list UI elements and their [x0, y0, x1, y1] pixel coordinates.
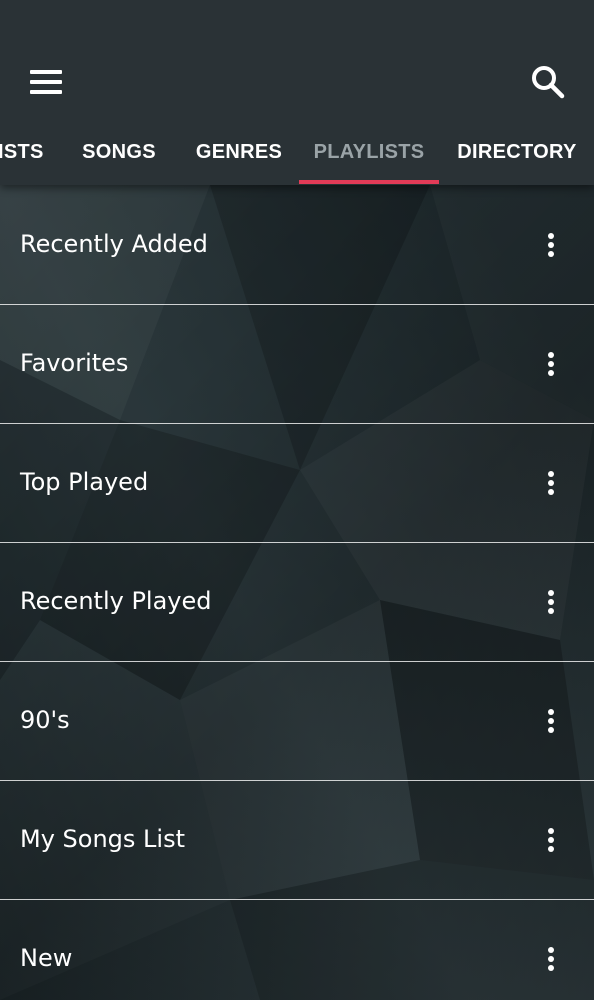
more-vertical-icon-dot: [548, 828, 554, 834]
more-vertical-icon-dot: [548, 709, 554, 715]
more-vertical-icon-dot: [548, 233, 554, 239]
more-vertical-icon-dot: [548, 361, 554, 367]
more-options-button[interactable]: [531, 344, 571, 384]
hamburger-menu-icon-bar: [30, 80, 62, 84]
tab-directory[interactable]: DIRECTORY: [450, 120, 584, 185]
active-tab-indicator: [299, 180, 439, 184]
more-vertical-icon-dot: [548, 718, 554, 724]
tab-playlists[interactable]: PLAYLISTS: [310, 120, 428, 185]
hamburger-menu-icon: [30, 70, 62, 74]
playlist-title: Recently Added: [20, 230, 208, 258]
more-options-button[interactable]: [531, 582, 571, 622]
tab-bar: ISTS SONGS GENRES PLAYLISTS DIRECTORY: [0, 120, 594, 185]
more-vertical-icon-dot: [548, 846, 554, 852]
playlist-title: Recently Played: [20, 587, 212, 615]
list-item[interactable]: Favorites: [0, 304, 594, 424]
list-item[interactable]: Recently Added: [0, 185, 594, 305]
more-vertical-icon-dot: [548, 590, 554, 596]
hamburger-menu-icon-bar: [30, 90, 62, 94]
list-item[interactable]: Recently Played: [0, 542, 594, 662]
more-vertical-icon-dot: [548, 956, 554, 962]
more-vertical-icon-dot: [548, 608, 554, 614]
more-options-button[interactable]: [531, 463, 571, 503]
more-options-button[interactable]: [531, 225, 571, 265]
more-vertical-icon-dot: [548, 251, 554, 257]
search-button[interactable]: [524, 58, 572, 106]
list-item[interactable]: New: [0, 899, 594, 1000]
more-vertical-icon-dot: [548, 480, 554, 486]
more-vertical-icon-dot: [548, 370, 554, 376]
more-vertical-icon-dot: [548, 837, 554, 843]
more-vertical-icon-dot: [548, 352, 554, 358]
list-item[interactable]: 90's: [0, 661, 594, 781]
more-vertical-icon-dot: [548, 242, 554, 248]
menu-button[interactable]: [22, 58, 70, 106]
tab-genres[interactable]: GENRES: [190, 120, 288, 185]
playlist-title: Favorites: [20, 349, 129, 377]
more-options-button[interactable]: [531, 939, 571, 979]
list-item[interactable]: Top Played: [0, 423, 594, 543]
list-item[interactable]: My Songs List: [0, 780, 594, 900]
playlist-title: My Songs List: [20, 825, 185, 853]
more-vertical-icon-dot: [548, 727, 554, 733]
more-options-button[interactable]: [531, 820, 571, 860]
more-vertical-icon-dot: [548, 947, 554, 953]
playlists-screen: ISTS SONGS GENRES PLAYLISTS DIRECTORY Re…: [0, 0, 594, 1000]
more-vertical-icon-dot: [548, 965, 554, 971]
more-options-button[interactable]: [531, 701, 571, 741]
playlist-title: New: [20, 944, 73, 972]
playlist-title: Top Played: [20, 468, 149, 496]
playlist-title: 90's: [20, 706, 70, 734]
tab-songs[interactable]: SONGS: [72, 120, 166, 185]
more-vertical-icon-dot: [548, 471, 554, 477]
search-icon: [532, 66, 565, 99]
app-bar: ISTS SONGS GENRES PLAYLISTS DIRECTORY: [0, 0, 594, 185]
tab-artists[interactable]: ISTS: [0, 120, 48, 185]
more-vertical-icon-dot: [548, 489, 554, 495]
more-vertical-icon-dot: [548, 599, 554, 605]
